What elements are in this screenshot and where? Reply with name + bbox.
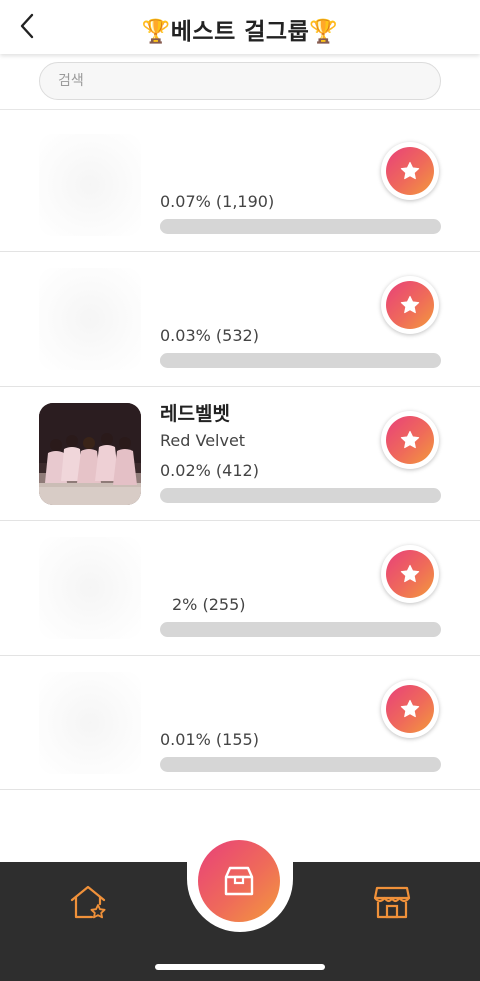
list-item[interactable]: 레드벨벳 Red Velvet 0.02% (412): [0, 387, 480, 521]
ranking-list: 0.07% (1,190) 0.03% (532) 레드벨벳 Red Velve…: [0, 118, 480, 790]
group-thumbnail: [39, 537, 141, 639]
vote-progress-bar: [160, 622, 441, 637]
list-item[interactable]: 2% (255): [0, 521, 480, 656]
vote-button[interactable]: [381, 142, 439, 200]
home-indicator: [155, 964, 325, 970]
star-icon: [400, 699, 420, 717]
search-bar: [0, 54, 480, 110]
group-photo-image: [39, 402, 141, 505]
vote-button[interactable]: [381, 545, 439, 603]
star-icon: [400, 430, 420, 448]
vote-button[interactable]: [381, 276, 439, 334]
list-item[interactable]: 0.07% (1,190): [0, 118, 480, 252]
search-input[interactable]: [39, 62, 441, 100]
nav-home-button[interactable]: [66, 882, 110, 922]
vote-stat: 0.07% (1,190): [160, 192, 275, 211]
group-thumbnail: [39, 134, 141, 236]
list-item[interactable]: 0.03% (532): [0, 252, 480, 387]
vote-progress-bar: [160, 756, 441, 772]
group-name: 레드벨벳: [160, 402, 230, 425]
list-item[interactable]: 0.01% (155): [0, 656, 480, 790]
star-icon: [400, 161, 420, 180]
vote-progress-bar: [160, 487, 441, 503]
group-thumbnail: [39, 671, 141, 774]
vote-stat: 2% (255): [172, 595, 246, 614]
top-bar: 🏆베스트 걸그룹🏆: [0, 0, 480, 54]
box-icon: [224, 866, 254, 896]
vote-button[interactable]: [381, 410, 439, 469]
vote-progress-bar: [160, 219, 441, 234]
store-icon: [373, 886, 411, 919]
vote-button[interactable]: [381, 679, 439, 738]
star-icon: [400, 295, 420, 314]
vote-stat: 0.01% (155): [160, 729, 259, 749]
center-box-button[interactable]: [198, 840, 280, 922]
house-star-icon: [70, 885, 106, 919]
vote-stat: 0.03% (532): [160, 326, 259, 345]
page-title: 🏆베스트 걸그룹🏆: [141, 19, 339, 45]
vote-stat: 0.02% (412): [160, 460, 259, 480]
vote-progress-bar: [160, 353, 441, 368]
group-subtitle: Red Velvet: [160, 430, 246, 450]
star-icon: [400, 564, 420, 583]
group-photo: [39, 402, 141, 505]
group-thumbnail: [39, 268, 141, 370]
nav-shop-button[interactable]: [370, 882, 414, 922]
